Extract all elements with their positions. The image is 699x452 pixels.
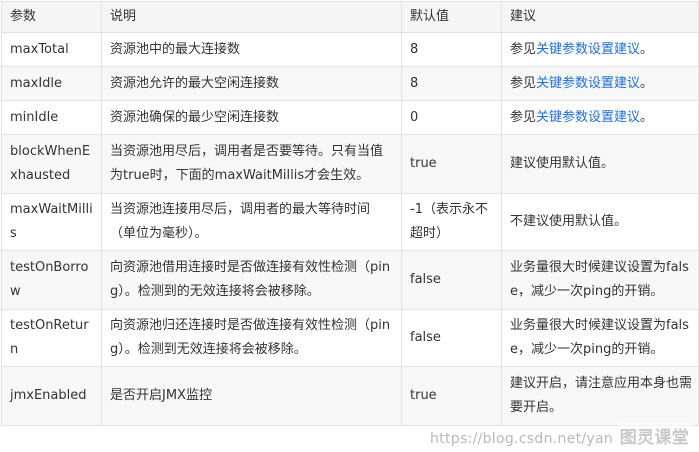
description-cell: 当资源池连接用尽后，调用者的最大等待时间（单位为毫秒）。 [101, 193, 402, 251]
description-cell: 资源池确保的最少空闲连接数 [101, 100, 402, 135]
default-cell: false [401, 309, 502, 367]
table-row: testOnReturn 向资源池归还连接时是否做连接有效性检测（ping）。检… [1, 309, 699, 367]
header-description: 说明 [101, 1, 402, 33]
header-advice: 建议 [501, 1, 699, 33]
param-cell: jmxEnabled [1, 366, 102, 426]
advice-prefix: 参见 [510, 75, 537, 91]
table-row: maxWaitMillis 当资源池连接用尽后，调用者的最大等待时间（单位为毫秒… [1, 193, 699, 251]
table-header-row: 参数 说明 默认值 建议 [1, 1, 699, 33]
advice-cell: 建议开启，请注意应用本身也需要开启。 [501, 366, 699, 426]
default-cell: true [401, 134, 502, 194]
param-cell: minIdle [1, 100, 102, 135]
advice-prefix: 参见 [510, 109, 537, 125]
table-row: maxIdle 资源池允许的最大空闲连接数 8 参见关键参数设置建议。 [1, 66, 699, 101]
table-row: blockWhenExhausted 当资源池用尽后，调用者是否要等待。只有当值… [1, 134, 699, 194]
advice-cell: 不建议使用默认值。 [501, 193, 699, 251]
default-cell: 8 [401, 66, 502, 101]
advice-cell: 参见关键参数设置建议。 [501, 100, 699, 135]
header-param: 参数 [1, 1, 102, 33]
default-cell: 0 [401, 100, 502, 135]
description-cell: 当资源池用尽后，调用者是否要等待。只有当值为true时，下面的maxWaitMi… [101, 134, 402, 194]
param-cell: blockWhenExhausted [1, 134, 102, 194]
param-cell: testOnReturn [1, 309, 102, 367]
param-cell: maxIdle [1, 66, 102, 101]
jedis-pool-config-table: 参数 说明 默认值 建议 maxTotal 资源池中的最大连接数 8 参见关键参… [1, 1, 699, 426]
table-row: jmxEnabled 是否开启JMX监控 true 建议开启，请注意应用本身也需… [1, 366, 699, 426]
table-row: minIdle 资源池确保的最少空闲连接数 0 参见关键参数设置建议。 [1, 100, 699, 135]
description-cell: 资源池中的最大连接数 [101, 32, 402, 67]
default-cell: false [401, 250, 502, 310]
param-cell: maxWaitMillis [1, 193, 102, 251]
default-cell: -1（表示永不超时） [401, 193, 502, 251]
advice-cell: 业务量很大时候建议设置为false，减少一次ping的开销。 [501, 250, 699, 310]
description-cell: 向资源池借用连接时是否做连接有效性检测（ping）。检测到的无效连接将会被移除。 [101, 250, 402, 310]
advice-cell: 参见关键参数设置建议。 [501, 66, 699, 101]
advice-cell: 参见关键参数设置建议。 [501, 32, 699, 67]
description-cell: 向资源池归还连接时是否做连接有效性检测（ping）。检测到无效连接将会被移除。 [101, 309, 402, 367]
advice-link[interactable]: 关键参数设置建议 [536, 110, 640, 125]
table-row: maxTotal 资源池中的最大连接数 8 参见关键参数设置建议。 [1, 32, 699, 67]
config-table-container: 参数 说明 默认值 建议 maxTotal 资源池中的最大连接数 8 参见关键参… [0, 0, 699, 452]
advice-cell: 业务量很大时候建议设置为false，减少一次ping的开销。 [501, 309, 699, 367]
advice-link[interactable]: 关键参数设置建议 [536, 76, 640, 91]
param-cell: maxTotal [1, 32, 102, 67]
description-cell: 是否开启JMX监控 [101, 366, 402, 426]
header-default: 默认值 [401, 1, 502, 33]
description-cell: 资源池允许的最大空闲连接数 [101, 66, 402, 101]
table-row: testOnBorrow 向资源池借用连接时是否做连接有效性检测（ping）。检… [1, 250, 699, 310]
advice-suffix: 。 [640, 75, 654, 91]
param-cell: testOnBorrow [1, 250, 102, 310]
default-cell: 8 [401, 32, 502, 67]
advice-link[interactable]: 关键参数设置建议 [536, 42, 640, 57]
default-cell: true [401, 366, 502, 426]
advice-cell: 建议使用默认值。 [501, 134, 699, 194]
advice-suffix: 。 [640, 41, 654, 57]
advice-prefix: 参见 [510, 41, 537, 57]
advice-suffix: 。 [640, 109, 654, 125]
